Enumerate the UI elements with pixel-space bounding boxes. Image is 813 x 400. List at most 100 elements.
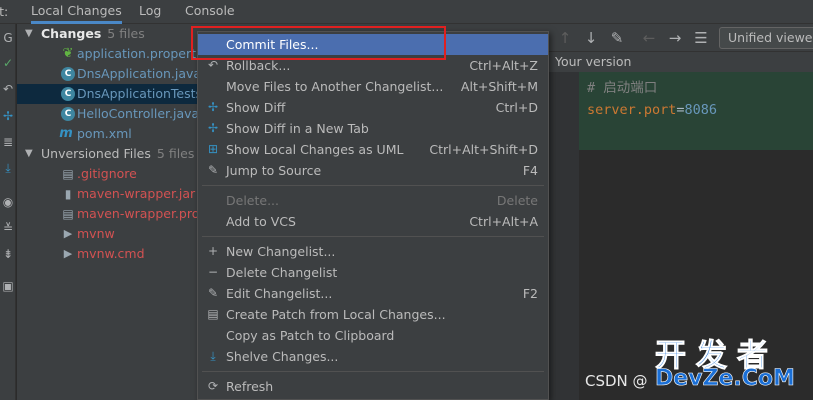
- menu-item-shortcut: F4: [522, 163, 538, 178]
- file-name: mvnw.cmd: [77, 246, 145, 261]
- menu-item-label: Edit Changelist...: [226, 286, 333, 301]
- menu-item-show-diff-new-tab[interactable]: ✢ Show Diff in a New Tab: [198, 118, 548, 139]
- menu-item-shortcut: F2: [522, 286, 538, 301]
- tab-log[interactable]: Log: [139, 0, 161, 24]
- edit-source-icon[interactable]: ✎: [607, 28, 627, 48]
- menu-item-show-diff[interactable]: ✢ Show Diff Ctrl+D: [198, 97, 548, 118]
- menu-separator: [202, 371, 544, 372]
- file-icon: ▤: [62, 167, 74, 181]
- menu-item-delete[interactable]: Delete... Delete: [198, 190, 548, 211]
- site-logo-domain: DevZe.CoM: [655, 366, 796, 392]
- property-key: server.port: [587, 102, 677, 118]
- menu-item-shortcut: Ctrl+Alt+A: [469, 214, 538, 229]
- expand-icon[interactable]: ≚: [0, 220, 16, 236]
- added-lines: # 启动端口 server.port=8086: [579, 72, 813, 150]
- menu-item-show-uml[interactable]: ⊞ Show Local Changes as UML Ctrl+Alt+Shi…: [198, 139, 548, 160]
- menu-item-copy-patch[interactable]: Copy as Patch to Clipboard: [198, 325, 548, 346]
- menu-item-shortcut: Alt+Shift+M: [460, 79, 538, 94]
- diff-icon[interactable]: ✢: [0, 108, 16, 124]
- menu-item-shelve-changes[interactable]: ⤓ Shelve Changes...: [198, 346, 548, 367]
- menu-item-move-files[interactable]: Move Files to Another Changelist... Alt+…: [198, 76, 548, 97]
- file-name: DnsApplication.java: [77, 66, 202, 81]
- edit-icon: ✎: [207, 163, 219, 177]
- menu-item-label: Show Local Changes as UML: [226, 142, 404, 157]
- menu-item-label: Delete Changelist: [226, 265, 338, 280]
- menu-item-label: Move Files to Another Changelist...: [226, 79, 444, 94]
- menu-item-label: Shelve Changes...: [226, 349, 339, 364]
- menu-item-label: Delete...: [226, 193, 279, 208]
- rollback-icon[interactable]: ↶: [0, 81, 16, 97]
- menu-item-shortcut: Delete: [496, 193, 538, 208]
- menu-item-delete-changelist[interactable]: − Delete Changelist: [198, 262, 548, 283]
- script-icon: ▶: [63, 227, 73, 240]
- tab-local-changes[interactable]: Local Changes: [31, 0, 122, 24]
- menu-item-label: Show Diff: [226, 100, 286, 115]
- list-icon[interactable]: ☰: [691, 28, 711, 48]
- menu-item-shortcut: Ctrl+Alt+Z: [469, 58, 538, 73]
- diff-icon: ✢: [207, 121, 219, 135]
- leaf-icon: ❦: [62, 46, 74, 61]
- forward-icon[interactable]: →: [665, 28, 685, 48]
- patch-icon: ▤: [207, 307, 219, 321]
- commit-check-icon[interactable]: ✓: [0, 55, 16, 71]
- property-equals: =: [676, 102, 685, 118]
- file-name: mvnw: [77, 226, 115, 241]
- file-name: pom.xml: [77, 126, 132, 141]
- script-icon: ▶: [63, 247, 73, 260]
- menu-item-label: Show Diff in a New Tab: [226, 121, 369, 136]
- menu-item-label: Jump to Source: [226, 163, 322, 178]
- version-label: Your version: [549, 52, 813, 72]
- menu-item-label: Copy as Patch to Clipboard: [226, 328, 395, 343]
- menu-separator: [202, 236, 544, 237]
- back-icon[interactable]: ←: [639, 28, 659, 48]
- code-comment: # 启动端口: [587, 80, 658, 96]
- menu-item-label: Refresh: [226, 379, 274, 394]
- property-value: 8086: [684, 102, 718, 118]
- refresh-icon[interactable]: G: [0, 30, 16, 46]
- menu-item-refresh[interactable]: ⟳ Refresh: [198, 376, 548, 397]
- file-name: .gitignore: [77, 166, 137, 181]
- menu-item-shortcut: Ctrl+Alt+Shift+D: [429, 142, 538, 157]
- java-class-icon: C: [61, 87, 75, 101]
- context-menu: Commit Files... ↶ Rollback... Ctrl+Alt+Z…: [197, 31, 549, 400]
- file-name: maven-wrapper.jar: [77, 186, 196, 201]
- tab-console[interactable]: Console: [185, 0, 235, 24]
- plus-icon: +: [207, 244, 219, 258]
- preview-icon[interactable]: ▣: [0, 278, 16, 294]
- menu-item-create-patch[interactable]: ▤ Create Patch from Local Changes...: [198, 304, 548, 325]
- csdn-watermark: CSDN @: [585, 372, 648, 390]
- menu-item-label: New Changelist...: [226, 244, 336, 259]
- vcs-toolbar: G ✓ ↶ ✢ ≣ ⤓ ◉ ≚ ⇟ ▣: [0, 24, 16, 400]
- refresh-icon: ⟳: [207, 379, 219, 393]
- group-icon[interactable]: ≣: [0, 134, 16, 150]
- next-difference-icon[interactable]: ↓: [581, 28, 601, 48]
- minus-icon: −: [207, 265, 219, 279]
- pencil-icon: ✎: [207, 286, 219, 300]
- tool-window-tabbar: Git: Local Changes Log Console: [0, 0, 813, 24]
- file-icon: ▤: [62, 207, 74, 221]
- collapse-icon[interactable]: ⇟: [0, 246, 16, 262]
- code-line: server.port=8086: [587, 102, 717, 118]
- maven-icon: m: [59, 126, 73, 141]
- java-class-icon: C: [61, 67, 75, 81]
- unversioned-label: Unversioned Files: [41, 146, 151, 161]
- menu-item-edit-changelist[interactable]: ✎ Edit Changelist... F2: [198, 283, 548, 304]
- jar-icon: ▮: [64, 187, 72, 201]
- previous-difference-icon[interactable]: ↑: [555, 28, 575, 48]
- menu-item-add-to-vcs[interactable]: Add to VCS Ctrl+Alt+A: [198, 211, 548, 232]
- java-class-icon: C: [61, 107, 75, 121]
- eye-icon[interactable]: ◉: [0, 194, 16, 210]
- shelve-icon: ⤓: [210, 349, 216, 363]
- uml-icon: ⊞: [207, 142, 219, 156]
- unversioned-count: 5 files: [156, 146, 195, 161]
- menu-item-label: Add to VCS: [226, 214, 296, 229]
- viewer-select[interactable]: Unified viewer: [719, 27, 813, 49]
- editor-gutter: [549, 72, 579, 400]
- menu-item-label: Create Patch from Local Changes...: [226, 307, 446, 322]
- file-name: HelloController.java: [77, 106, 200, 121]
- tabbar-prefix: Git:: [0, 4, 9, 19]
- changelist-label: Changes: [41, 26, 102, 41]
- shelve-icon[interactable]: ⤓: [0, 160, 16, 176]
- menu-item-jump-to-source[interactable]: ✎ Jump to Source F4: [198, 160, 548, 181]
- menu-item-new-changelist[interactable]: + New Changelist...: [198, 241, 548, 262]
